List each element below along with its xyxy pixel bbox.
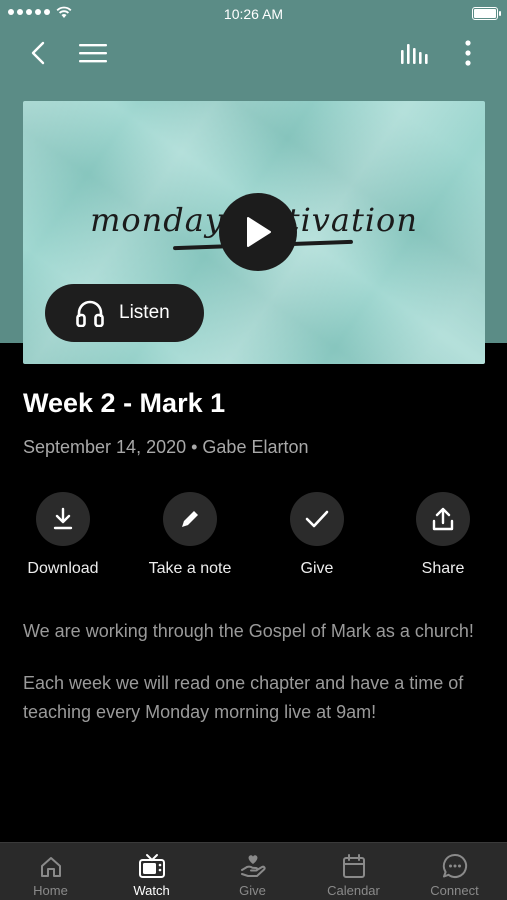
tab-label: Give: [239, 883, 266, 898]
give-action-button[interactable]: Give: [252, 492, 382, 578]
take-note-circle: [163, 492, 217, 546]
download-label: Download: [27, 560, 99, 577]
action-row: Download Take a note Give Share: [0, 492, 507, 584]
page-title: Week 2 - Mark 1: [23, 388, 226, 418]
sermon-description: We are working through the Gospel of Mar…: [23, 617, 493, 727]
tab-calendar[interactable]: Calendar: [303, 843, 404, 900]
take-note-button[interactable]: Take a note: [125, 492, 255, 578]
tab-label: Calendar: [327, 883, 380, 898]
more-options-button[interactable]: [458, 38, 478, 68]
back-button[interactable]: [26, 38, 50, 68]
sermon-artwork[interactable]: monday motivation Listen: [23, 101, 485, 364]
download-button[interactable]: Download: [0, 492, 128, 578]
chevron-left-icon: [31, 41, 45, 65]
headphones-icon: [76, 300, 104, 327]
hamburger-menu-icon: [79, 44, 107, 63]
tab-label: Connect: [430, 883, 479, 898]
tv-icon: [138, 854, 165, 878]
take-note-label: Take a note: [148, 560, 232, 577]
give-action-label: Give: [300, 560, 334, 577]
give-action-circle: [290, 492, 344, 546]
description-paragraph: We are working through the Gospel of Mar…: [23, 621, 474, 641]
nav-bar: [0, 30, 507, 76]
share-label: Share: [421, 560, 465, 577]
status-bar: 10:26 AM: [0, 0, 507, 28]
share-button[interactable]: Share: [378, 492, 507, 578]
audio-levels-button[interactable]: [399, 38, 431, 68]
equalizer-icon: [401, 44, 428, 64]
tab-bar: Home Watch Give Calendar Connect: [0, 842, 507, 900]
play-button[interactable]: [219, 193, 297, 271]
download-icon: [53, 507, 73, 530]
check-icon: [305, 510, 329, 528]
tab-connect[interactable]: Connect: [404, 843, 505, 900]
menu-button[interactable]: [78, 38, 108, 68]
tab-label: Home: [33, 883, 68, 898]
pencil-icon: [182, 511, 198, 527]
home-icon: [40, 857, 61, 877]
more-vertical-icon: [465, 40, 471, 66]
give-hand-icon: [240, 855, 266, 877]
battery-icon: [472, 7, 501, 20]
tab-home[interactable]: Home: [0, 843, 101, 900]
status-time: 10:26 AM: [223, 6, 284, 22]
listen-button[interactable]: Listen: [45, 284, 204, 342]
listen-label: Listen: [119, 302, 170, 323]
play-icon: [247, 217, 271, 247]
share-circle: [416, 492, 470, 546]
share-icon: [432, 507, 454, 531]
description-paragraph: Each week we will read one chapter and h…: [23, 673, 464, 722]
calendar-icon: [342, 854, 365, 878]
tab-label: Watch: [133, 883, 170, 898]
sermon-meta: September 14, 2020 • Gabe Elarton: [23, 437, 309, 457]
tab-watch[interactable]: Watch: [101, 843, 202, 900]
tab-give[interactable]: Give: [202, 843, 303, 900]
chat-icon: [442, 853, 467, 878]
download-circle: [36, 492, 90, 546]
